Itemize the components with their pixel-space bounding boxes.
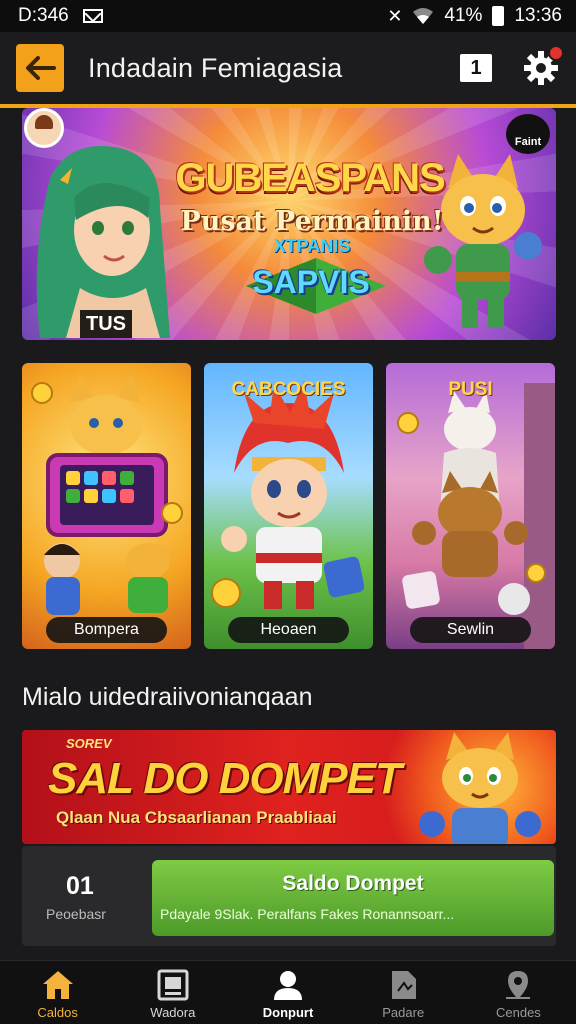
app-header: Indadain Femiagasia 1 [0,32,576,108]
back-button[interactable] [16,44,64,92]
bottom-nav: Caldos Wadora Donpurt Padare Cendes [0,960,576,1024]
card-top-label: CABCOCIES [231,379,346,400]
settings-button[interactable] [522,45,564,87]
promo-small-text: SOREV [66,736,112,751]
wifi-icon [413,8,434,24]
card-label: Bompera [46,617,167,643]
arrow-left-icon [26,56,56,80]
wallet-button-title: Saldo Dompet [282,872,424,895]
nav-label: Cendes [496,1005,541,1020]
nav-label: Padare [382,1005,425,1020]
user-icon [274,971,302,1000]
mute-icon: ✕ [387,5,403,26]
hero-corner-badge: Faint [506,114,550,154]
wallet-caption: Peoebasr [46,906,106,922]
status-time: D:346 [18,5,69,26]
avatar[interactable] [24,108,64,148]
nav-item-home[interactable]: Caldos [0,961,115,1024]
document-icon [392,971,417,999]
status-bar: D:346 ✕ 41% 13:36 [0,0,576,32]
page-title: Indadain Femiagasia [88,52,343,83]
tablet-cat-illustration [31,373,183,615]
card-top-label: PUSI [448,379,493,400]
nav-label: Donpurt [262,1005,314,1020]
hero-label: TUS [80,310,132,338]
nav-item-documents[interactable]: Padare [346,961,461,1024]
battery-icon [492,6,505,26]
game-card-3[interactable]: PUSI Sewlin [386,363,555,649]
wallet-count: 01 [66,872,94,900]
mail-icon [82,9,103,23]
game-card-1[interactable]: Bompera [22,363,191,649]
nav-item-wallet[interactable]: Wadora [115,961,230,1024]
wallet-button-subtitle: Pdayale 9Slak. Peralfans Fakes Ronannsoa… [160,906,455,922]
wallet-card: 01 Peoebasr Saldo Dompet Pdayale 9Slak. … [22,846,556,946]
promo-subtitle: Qlaan Nua Cbsaarlianan Praabliaai [56,808,337,827]
status-clock: 13:36 [514,5,562,26]
cats-battle-illustration [397,383,555,649]
card-label: Sewlin [410,617,531,643]
promo-banner[interactable]: SOREV SAL DO DOMPET Qlaan Nua Cbsaarlian… [22,730,556,844]
hero-title: GUBEASPANS [175,156,445,200]
section-heading: Mialo uidedraiivonianqaan [22,683,313,711]
alert-dot [548,45,564,61]
hero-banner[interactable]: GUBEASPANS Pusat Permainin! XTPANIS SAPV… [22,108,556,340]
nav-item-profile[interactable]: Donpurt [230,961,345,1024]
red-hair-hero-illustration [211,381,365,609]
hero-tag: SAPVIS [252,264,370,300]
promo-title: SAL DO DOMPET [48,754,402,803]
location-pin-icon [506,971,531,999]
nav-label: Wadora [150,1005,196,1020]
nav-label: Caldos [37,1005,78,1020]
home-icon [42,971,73,999]
wallet-balance-button[interactable]: Saldo Dompet Pdayale 9Slak. Peralfans Fa… [152,860,554,936]
hero-small-text: XTPANIS [273,236,351,256]
card-label: Heoaen [228,617,349,643]
game-card-2[interactable]: CABCOCIES Heoaen [204,363,373,649]
nav-item-location[interactable]: Cendes [461,961,576,1024]
promo-cat-illustration [419,732,541,844]
battery-percent: 41% [444,5,483,26]
notification-count-button[interactable]: 1 [460,54,492,82]
window-icon [157,969,189,1001]
hero-subtitle: Pusat Permainin! [180,206,444,237]
